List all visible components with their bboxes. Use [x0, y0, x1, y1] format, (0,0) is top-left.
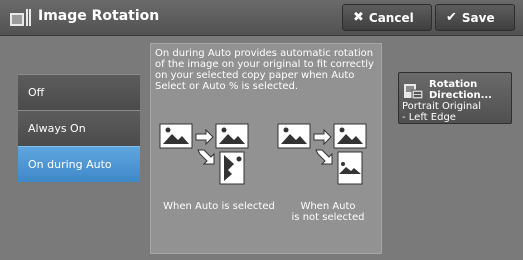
option-always-on-button[interactable]: Always On — [18, 110, 140, 146]
cancel-label: Cancel — [368, 10, 414, 25]
cancel-button[interactable]: ✖ Cancel — [342, 4, 432, 31]
rotation-direction-button[interactable]: Rotation Direction... Portrait Original … — [398, 72, 512, 124]
page-title: Image Rotation — [38, 8, 160, 24]
caption-line: is not selected — [291, 212, 365, 223]
check-icon: ✔ — [446, 10, 457, 25]
document-settings-icon — [404, 84, 424, 100]
landscape-original-icon — [159, 123, 193, 149]
rotation-direction-value: - Left Edge — [402, 112, 456, 123]
caption-auto-not-selected: When Auto is not selected — [280, 201, 376, 223]
rotation-direction-label: Rotation — [429, 79, 478, 90]
landscape-output-icon — [333, 123, 367, 149]
rotation-direction-value: Portrait Original — [402, 101, 482, 112]
option-label: Always On — [28, 122, 86, 135]
option-off-button[interactable]: Off — [18, 74, 140, 110]
description-text: On during Auto provides automatic rotati… — [155, 48, 374, 92]
landscape-output-icon — [215, 123, 249, 149]
option-label: Off — [28, 86, 45, 99]
save-button[interactable]: ✔ Save — [435, 4, 515, 31]
rotation-direction-label: Direction... — [429, 90, 492, 101]
rotated-output-icon — [219, 151, 245, 185]
copy-feature-icon — [10, 9, 31, 26]
right-arrow-icon — [195, 128, 214, 146]
close-icon: ✖ — [353, 10, 364, 25]
right-arrow-icon — [313, 128, 332, 146]
down-right-arrow-icon — [315, 149, 333, 165]
unrotated-output-icon — [337, 151, 363, 185]
option-label: On during Auto — [28, 158, 112, 171]
down-right-arrow-icon — [197, 149, 215, 165]
rotation-diagram — [159, 123, 367, 185]
option-on-during-auto-button[interactable]: On during Auto — [18, 146, 140, 182]
caption-auto-selected: When Auto is selected — [163, 201, 275, 212]
save-label: Save — [461, 10, 495, 25]
landscape-original-icon — [277, 123, 311, 149]
caption-line: When Auto — [300, 201, 356, 212]
